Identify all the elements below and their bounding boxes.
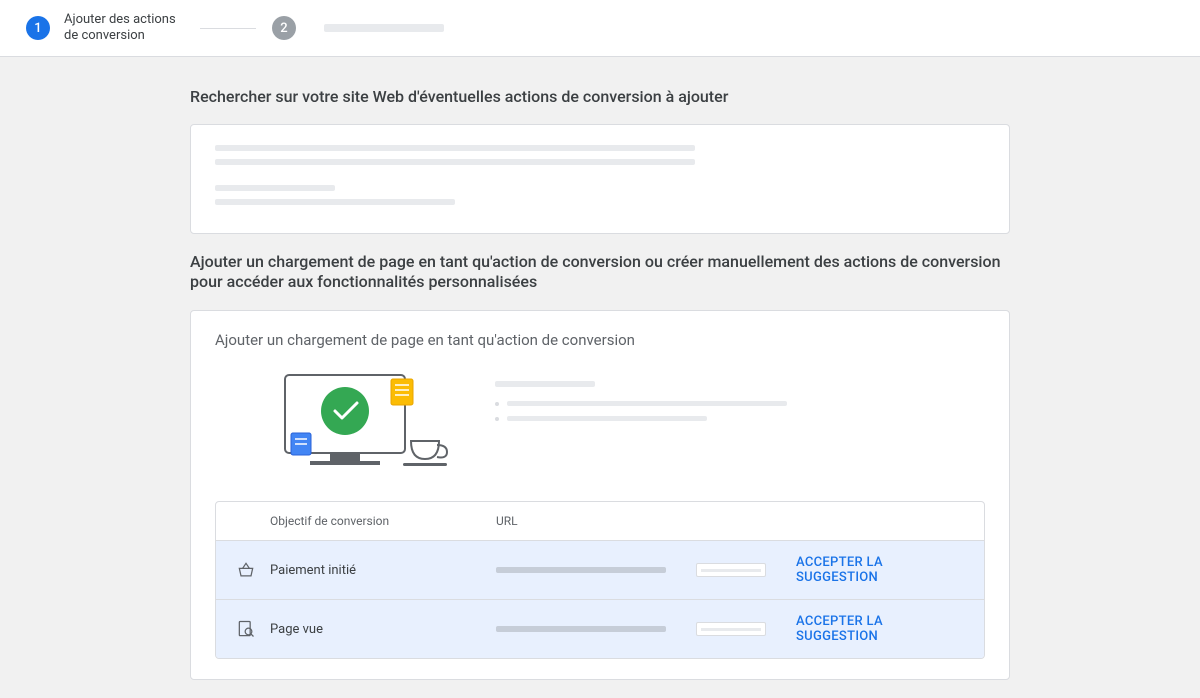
step-1[interactable]: 1 Ajouter des actions de conversion [26,12,184,44]
step-2[interactable]: 2 [272,16,444,40]
col-url-label: URL [496,514,518,528]
step-2-circle: 2 [272,16,296,40]
basket-icon [236,560,256,580]
illustration [255,371,455,471]
section-1-title: Rechercher sur votre site Web d'éventuel… [190,87,1010,106]
skeleton-line [507,416,707,421]
step-1-circle: 1 [26,16,50,40]
skeleton-line [495,381,595,387]
page-search-icon [236,619,256,639]
status-pill [696,622,766,636]
row-label: Paiement initié [270,563,356,578]
skeleton-line [507,401,787,406]
skeleton-line [496,567,666,573]
skeleton-line [215,185,335,191]
status-pill [696,563,766,577]
skeleton-line [215,145,695,151]
step-2-placeholder [324,24,444,32]
accept-suggestion-button[interactable]: ACCEPTER LA SUGGESTION [796,614,964,644]
suggestions-table: Objectif de conversion URL Paiement [215,501,985,659]
stepper: 1 Ajouter des actions de conversion 2 [0,0,1200,57]
skeleton-line [215,159,695,165]
table-header: Objectif de conversion URL [216,502,984,541]
row-label: Page vue [270,622,323,637]
pageload-card-subtitle: Ajouter un chargement de page en tant qu… [215,331,985,349]
accept-suggestion-button[interactable]: ACCEPTER LA SUGGESTION [796,555,964,585]
skeleton-line [496,626,666,632]
skeleton-line [215,199,455,205]
step-connector [200,28,256,29]
illustration-text [495,371,985,431]
pageload-card: Ajouter un chargement de page en tant qu… [190,310,1010,680]
table-row: Paiement initié ACCEPTER LA SUGGESTION [216,541,984,600]
table-row: Page vue ACCEPTER LA SUGGESTION [216,600,984,658]
col-goal-label: Objectif de conversion [270,514,389,528]
section-2-title: Ajouter un chargement de page en tant qu… [190,252,1010,292]
step-1-label: Ajouter des actions de conversion [64,12,184,44]
search-card [190,124,1010,234]
